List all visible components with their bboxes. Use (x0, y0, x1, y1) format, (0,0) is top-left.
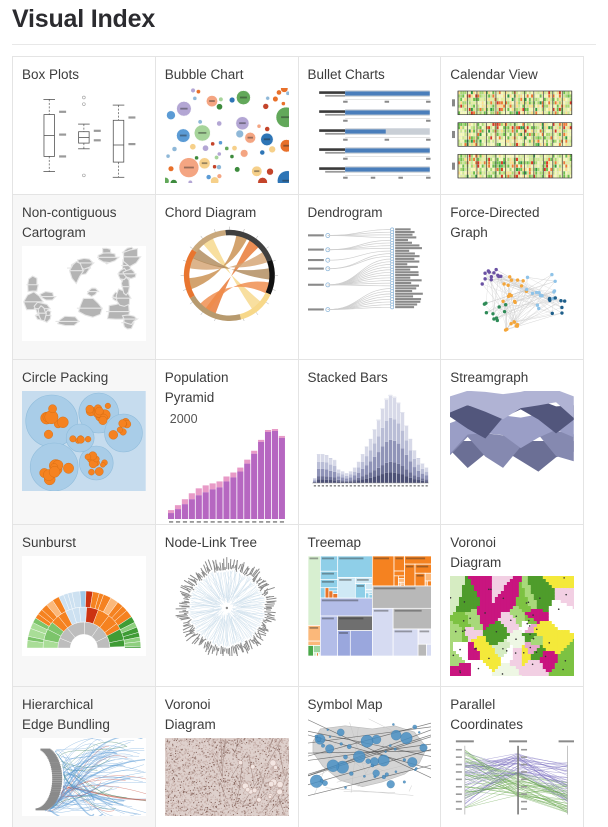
circle-packing-thumbnail (22, 391, 146, 491)
title-divider (12, 44, 596, 45)
treemap-thumbnail (307, 556, 432, 656)
visual-index-cell-bubble-chart[interactable]: Bubble Chart (155, 57, 299, 195)
visual-index-cell-box-plots[interactable]: Box Plots (13, 57, 156, 195)
cell-title: Bullet Charts (307, 67, 385, 82)
cell-title: Symbol Map (307, 697, 383, 712)
cell-title: Dendrogram (307, 205, 383, 220)
visual-index-cell-sunburst[interactable]: Sunburst (13, 525, 156, 687)
cell-title: Calendar View (450, 67, 538, 82)
cell-title: Parallel Coordinates (450, 697, 524, 732)
visual-index-page: Visual Index Box Plots Bubble Chart Bullet… (0, 0, 608, 827)
edge-bundling-thumbnail (22, 738, 146, 816)
cell-title: Voronoi Diagram (450, 535, 502, 570)
visual-index-grid: Box Plots Bubble Chart Bullet Charts Calend… (12, 56, 584, 827)
dendrogram-thumbnail (307, 226, 432, 321)
cell-title: Circle Packing (22, 370, 109, 385)
bullet-chart-thumbnail (307, 88, 432, 183)
streamgraph-thumbnail (450, 391, 574, 491)
visual-index-cell-force-directed-graph[interactable]: Force-Directed Graph (441, 195, 584, 360)
calendar-view-thumbnail (450, 88, 574, 183)
visual-index-cell-voronoi-diagram[interactable]: Voronoi Diagram (441, 525, 584, 687)
visual-index-cell-non-contiguous-cartogram[interactable]: Non-contiguous Cartogram (13, 195, 156, 360)
cell-title: Bubble Chart (164, 67, 244, 82)
symbol-map-thumbnail (307, 718, 432, 796)
visual-index-cell-dendrogram[interactable]: Dendrogram (298, 195, 442, 360)
cell-title: Chord Diagram (164, 205, 257, 220)
visual-index-cell-bullet-charts[interactable]: Bullet Charts (298, 57, 442, 195)
cell-title: Sunburst (22, 535, 77, 550)
visual-index-cell-symbol-map[interactable]: Symbol Map (298, 687, 442, 827)
cell-sublabel: 2000 (169, 412, 198, 426)
page-title: Visual Index (12, 5, 156, 33)
cell-title: Population Pyramid (164, 370, 229, 405)
sunburst-thumbnail (22, 556, 146, 656)
visual-index-cell-voronoi-diagram[interactable]: Voronoi Diagram (155, 687, 299, 827)
cell-title: Treemap (307, 535, 362, 550)
visual-index-cell-circle-packing[interactable]: Circle Packing (13, 360, 156, 525)
visual-index-cell-hierarchical-edge-bundling[interactable]: Hierarchical Edge Bundling (13, 687, 156, 827)
visual-index-cell-chord-diagram[interactable]: Chord Diagram (155, 195, 299, 360)
cell-title: Non-contiguous Cartogram (22, 205, 117, 240)
parallel-coordinates-thumbnail (450, 738, 574, 816)
cell-title: Voronoi Diagram (164, 697, 216, 732)
cell-title: Force-Directed Graph (450, 205, 540, 240)
cartogram-thumbnail (22, 246, 146, 341)
stacked-bars-thumbnail (307, 391, 432, 491)
visual-index-cell-calendar-view[interactable]: Calendar View (441, 57, 584, 195)
chord-diagram-thumbnail (164, 226, 289, 321)
visual-index-cell-node-link-tree[interactable]: Node-Link Tree (155, 525, 299, 687)
cell-title: Box Plots (22, 67, 80, 82)
visual-index-cell-treemap[interactable]: Treemap (298, 525, 442, 687)
visual-index-cell-parallel-coordinates[interactable]: Parallel Coordinates (441, 687, 584, 827)
cell-title: Node-Link Tree (164, 535, 258, 550)
voronoi-points-thumbnail (164, 738, 289, 816)
cell-title: Streamgraph (450, 370, 529, 385)
visual-index-cell-stacked-bars[interactable]: Stacked Bars (298, 360, 442, 525)
visual-index-cell-streamgraph[interactable]: Streamgraph (441, 360, 584, 525)
visual-index-cell-population-pyramid[interactable]: Population Pyramid 2000 (155, 360, 299, 525)
cell-title: Hierarchical Edge Bundling (22, 697, 110, 732)
node-link-tree-thumbnail (164, 556, 289, 656)
bubble-chart-thumbnail (164, 88, 289, 183)
voronoi-diagram-thumbnail (450, 576, 574, 676)
box-plot-thumbnail (22, 88, 146, 183)
cell-title: Stacked Bars (307, 370, 388, 385)
force-directed-graph-thumbnail (450, 246, 574, 341)
population-pyramid-thumbnail (164, 427, 289, 524)
